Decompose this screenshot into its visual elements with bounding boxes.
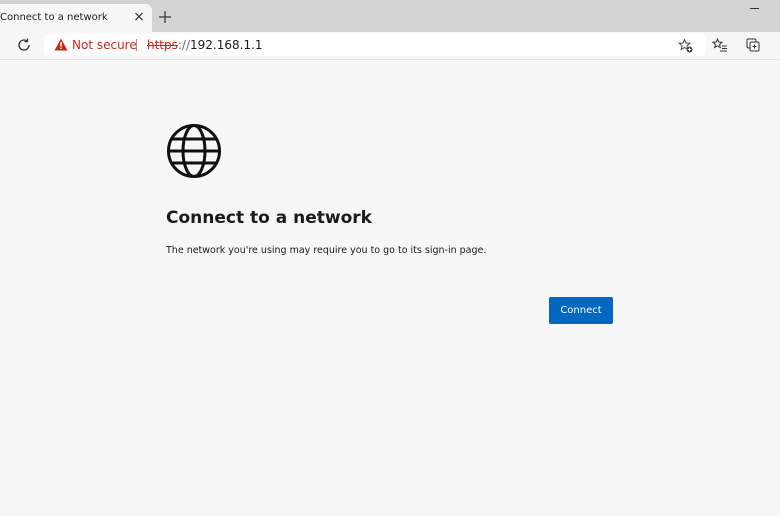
new-tab-plus-icon[interactable] — [156, 8, 174, 26]
refresh-icon[interactable] — [16, 37, 32, 53]
globe-icon — [166, 123, 222, 179]
page-description: The network you're using may require you… — [166, 245, 487, 256]
not-secure-label[interactable]: Not secure — [72, 38, 137, 52]
address-bar[interactable]: Not secure https://192.168.1.1 — [44, 34, 706, 56]
url-separator: :// — [177, 38, 191, 52]
tab-strip: Connect to a network × — [0, 0, 780, 32]
tab-title: Connect to a network — [0, 12, 108, 23]
close-tab-icon[interactable]: × — [131, 9, 147, 25]
connect-button[interactable]: Connect — [549, 297, 613, 324]
favorites-list-icon[interactable] — [712, 37, 728, 53]
url-scheme: https — [147, 38, 178, 52]
tab-connect-to-network[interactable]: Connect to a network × — [0, 4, 152, 32]
minimize-window-icon[interactable] — [750, 8, 762, 10]
browser-toolbar: Not secure https://192.168.1.1 — [0, 32, 780, 60]
page-title: Connect to a network — [166, 208, 372, 228]
collections-icon[interactable] — [745, 37, 761, 53]
address-divider — [136, 39, 137, 51]
warning-triangle-icon[interactable] — [54, 38, 68, 51]
star-plus-icon[interactable] — [678, 38, 693, 53]
url-text[interactable]: https://192.168.1.1 — [147, 38, 263, 52]
url-host: 192.168.1.1 — [190, 38, 263, 52]
